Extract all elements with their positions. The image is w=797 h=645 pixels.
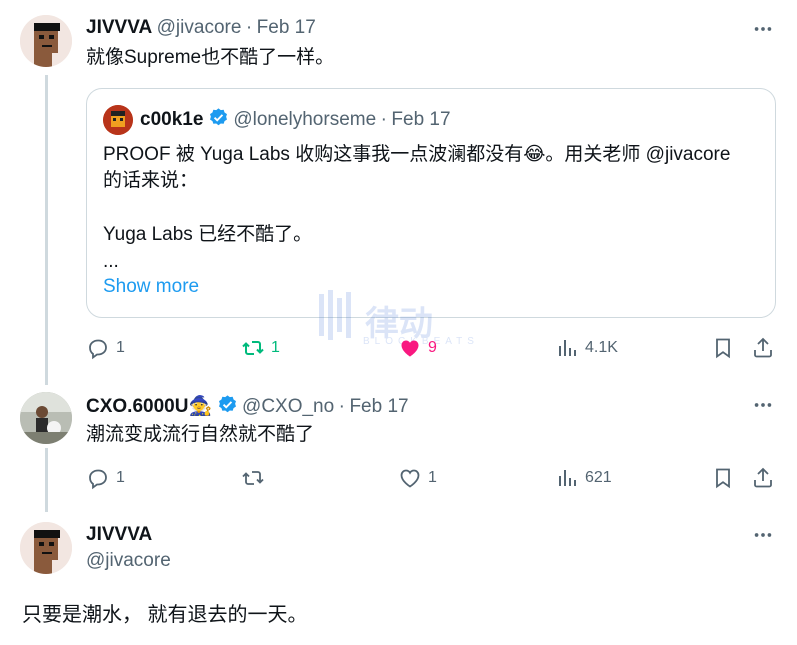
handle[interactable]: @jivacore: [157, 17, 242, 38]
views-icon: [559, 470, 576, 486]
share-button[interactable]: [751, 466, 775, 490]
like-button[interactable]: 1: [398, 466, 437, 490]
quote-line-1: PROOF 被 Yuga Labs 收购这事我一点波澜都没有: [103, 144, 524, 165]
retweet-icon: [242, 471, 264, 485]
timestamp[interactable]: Feb 17: [349, 396, 408, 417]
show-more-link[interactable]: Show more: [103, 274, 763, 300]
handle[interactable]: @CXO_no: [242, 396, 334, 417]
like-count: 9: [428, 339, 437, 356]
quote-handle[interactable]: @lonelyhorseme: [233, 109, 376, 130]
quote-display-name[interactable]: c00k1e: [140, 109, 203, 130]
retweet-button[interactable]: 1: [241, 336, 280, 360]
retweet-count: 1: [271, 339, 280, 356]
tweet-header: JIVVVA @jivacore · Feb 17: [86, 17, 316, 39]
timestamp[interactable]: Feb 17: [257, 17, 316, 38]
like-icon: [401, 340, 419, 357]
wizard-emoji: 🧙: [188, 396, 213, 417]
like-button[interactable]: 9: [398, 336, 437, 360]
display-name[interactable]: CXO.6000U: [86, 396, 188, 417]
avatar[interactable]: [20, 15, 72, 67]
display-name[interactable]: JIVVVA: [86, 17, 152, 38]
handle[interactable]: @jivacore: [86, 550, 171, 572]
separator: ·: [245, 17, 253, 38]
separator: ·: [380, 109, 387, 130]
thread-line: [45, 75, 48, 385]
verified-icon: [209, 108, 227, 126]
more-icon[interactable]: [752, 394, 774, 416]
more-icon[interactable]: [752, 18, 774, 40]
bookmark-button[interactable]: [711, 336, 735, 360]
bookmark-button[interactable]: [711, 466, 735, 490]
thread-line: [45, 448, 48, 512]
share-icon: [754, 467, 772, 488]
quote-ellipsis: ...: [103, 251, 119, 272]
tweet-text: 潮流变成流行自然就不酷了: [86, 424, 315, 445]
more-icon[interactable]: [752, 524, 774, 546]
display-name[interactable]: JIVVVA: [86, 524, 152, 546]
retweet-button[interactable]: [241, 466, 271, 490]
views-button[interactable]: 4.1K: [555, 336, 618, 360]
reply-icon: [89, 469, 107, 490]
share-button[interactable]: [751, 336, 775, 360]
reply-count: 1: [116, 339, 125, 356]
like-count: 1: [428, 469, 437, 486]
reply-button[interactable]: 1: [86, 336, 125, 360]
views-count: 4.1K: [585, 339, 618, 356]
separator: ·: [338, 396, 345, 417]
reply-button[interactable]: 1: [86, 466, 125, 490]
quote-line-2: 的话来说：: [103, 170, 199, 191]
quote-avatar[interactable]: [103, 105, 133, 135]
share-icon: [754, 337, 772, 358]
reply-count: 1: [116, 469, 125, 486]
quote-text: PROOF 被 Yuga Labs 收购这事我一点波澜都没有😂。用关老师 @ji…: [103, 142, 763, 300]
like-icon: [400, 469, 420, 488]
quote-line-3: Yuga Labs 已经不酷了。: [103, 224, 313, 245]
views-icon: [559, 340, 576, 356]
quote-header: c00k1e @lonelyhorseme · Feb 17: [140, 107, 451, 131]
quoted-tweet-card[interactable]: c00k1e @lonelyhorseme · Feb 17 PROOF 被 Y…: [86, 88, 776, 318]
quote-timestamp[interactable]: Feb 17: [391, 109, 450, 130]
avatar[interactable]: [20, 392, 72, 444]
tweet-text: 只要是潮水， 就有退去的一天。: [22, 604, 308, 626]
retweet-icon: [242, 341, 264, 355]
views-button[interactable]: 621: [555, 466, 612, 490]
bookmark-icon: [716, 468, 730, 489]
quote-line-1b: 。用关老师 @jivacore: [545, 144, 731, 165]
tweet-text: 就像Supreme也不酷了一样。: [86, 47, 335, 68]
tweet-header: CXO.6000U🧙 @CXO_no · Feb 17: [86, 394, 409, 418]
bookmark-icon: [716, 338, 730, 359]
avatar[interactable]: [20, 522, 72, 574]
views-count: 621: [585, 469, 612, 486]
reply-icon: [89, 339, 107, 360]
verified-icon: [218, 395, 236, 413]
laughing-emoji: 😂: [523, 144, 546, 165]
